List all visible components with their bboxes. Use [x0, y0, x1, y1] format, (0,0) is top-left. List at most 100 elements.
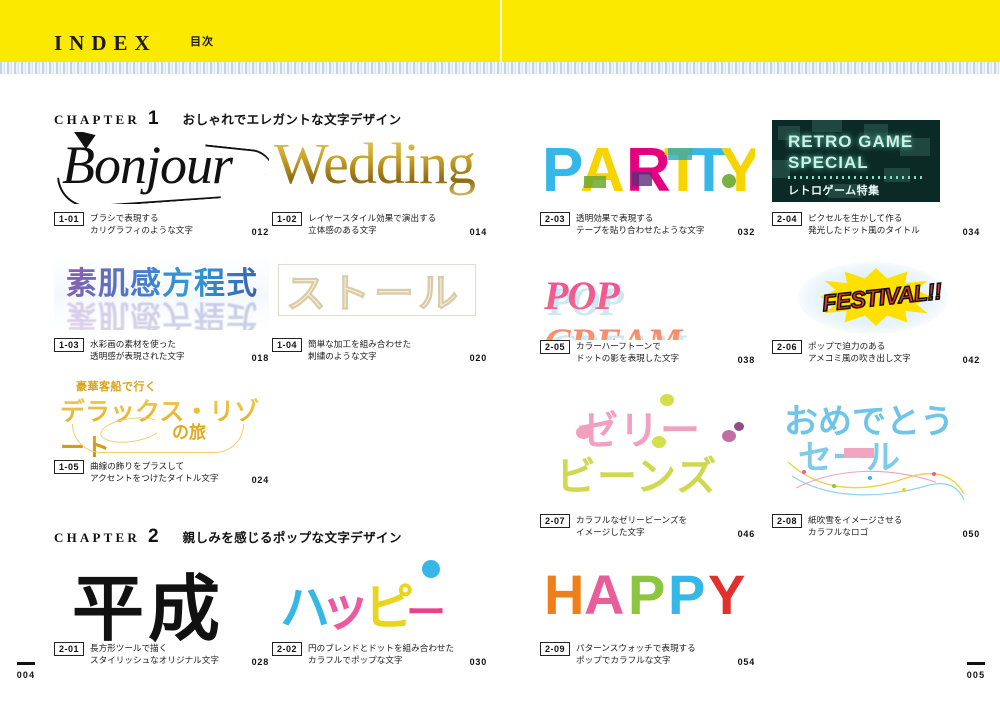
folio-number: 005 [956, 670, 996, 680]
header-gutter [500, 0, 502, 62]
caption-2-06: 2-06 ポップで迫力のあるアメコミ風の吹き出し文字 042 [772, 340, 980, 365]
artwork-omedeto-sale: おめでとう セール [772, 392, 987, 512]
page-number: 050 [963, 529, 980, 539]
entry-2-04[interactable]: RETRO GAME SPECIAL レトロゲーム特集 2-04 ピクセルを生か… [772, 120, 940, 202]
caption-text: 水彩画の素材を使った透明感が表現された文字 [90, 338, 185, 363]
pixel-block [812, 120, 842, 132]
caption-2-09: 2-09 パターンスウォッチで表現するポップでカラフルな文字 054 [540, 642, 755, 667]
page-number: 018 [252, 353, 269, 363]
tag-decor [844, 448, 874, 458]
artwork-char: H [544, 562, 584, 627]
artwork-text-line3: レトロゲーム特集 [788, 182, 880, 198]
caption-text: カラーハーフトーンでドットの影を表現した文字 [576, 340, 679, 365]
page-number: 042 [963, 355, 980, 365]
entry-badge: 1-03 [54, 338, 84, 352]
entry-2-08[interactable]: おめでとう セール 2-08 紙吹雪をイメージさせるカラフルなロゴ 050 [772, 392, 987, 512]
artwork-heisei: 平成 [54, 556, 269, 642]
artwork-char: Y [708, 562, 745, 627]
artwork-text-line1: RETRO GAME [788, 132, 913, 152]
caption-2-07: 2-07 カラフルなゼリービーンズをイメージした文字 046 [540, 514, 755, 539]
page-number: 034 [963, 227, 980, 237]
folio-rule [17, 662, 35, 665]
entry-badge: 2-07 [540, 514, 570, 528]
artwork-pop-cream: POP CREAM POP CREAM [540, 262, 755, 340]
bean-decor [722, 430, 736, 442]
page-number: 012 [252, 227, 269, 237]
entry-1-02[interactable]: Wedding 1-02 レイヤースタイル効果で演出する立体感のある文字 014 [272, 132, 487, 204]
tape-overlap [722, 174, 736, 188]
page-title-japanese: 目次 [190, 37, 214, 48]
confetti-dot [868, 476, 872, 480]
entry-badge: 2-01 [54, 642, 84, 656]
artwork-deluxe-resort: 豪華客船で行く デラックス・リゾート の旅 [54, 378, 269, 458]
entry-1-03[interactable]: 素肌感方程式 素肌感方程式 1-03 水彩画の素材を使った透明感が表現された文字… [54, 252, 269, 330]
dot-decor [422, 560, 440, 578]
artwork-jelly-beans: ゼリー ビーンズ [540, 392, 755, 512]
confetti-dot [932, 472, 936, 476]
caption-text: 円のブレンドとドットを組み合わせたカラフルでポップな文字 [308, 642, 454, 667]
entry-1-04[interactable]: ストール 1-04 簡単な加工を組み合わせた刺繍のような文字 020 [272, 252, 487, 330]
entry-2-03[interactable]: P A R T T Y 2-03 透明効果で表現するテープを貼り合わせたような文… [540, 132, 755, 212]
confetti-dot [902, 488, 906, 492]
page-number: 030 [470, 657, 487, 667]
tape-overlap [668, 148, 692, 160]
index-spread: INDEX 目次 CHAPTER 1 おしゃれでエレガントな文字デザイン Bon… [0, 0, 1000, 706]
entry-badge: 2-04 [772, 212, 802, 226]
caption-2-03: 2-03 透明効果で表現するテープを貼り合わせたような文字 032 [540, 212, 755, 237]
caption-2-08: 2-08 紙吹雪をイメージさせるカラフルなロゴ 050 [772, 514, 980, 539]
entry-2-07[interactable]: ゼリー ビーンズ 2-07 カラフルなゼリービーンズをイメージした文字 046 [540, 392, 755, 512]
artwork-char: ッ [320, 568, 370, 640]
dotted-rule [788, 176, 922, 179]
artwork-char: P [542, 140, 583, 202]
caption-text: カラフルなゼリービーンズをイメージした文字 [576, 514, 687, 539]
page-number: 046 [738, 529, 755, 539]
entry-badge: 2-09 [540, 642, 570, 656]
artwork-text-line2: SPECIAL [788, 153, 869, 173]
artwork-text: 平成 [72, 556, 224, 642]
artwork-text: Wedding [274, 132, 475, 197]
folio-right: 005 [956, 662, 996, 680]
caption-2-02: 2-02 円のブレンドとドットを組み合わせたカラフルでポップな文字 030 [272, 642, 487, 667]
entry-2-06[interactable]: FESTIVAL!! 2-06 ポップで迫力のあるアメコミ風の吹き出し文字 04… [772, 258, 987, 340]
caption-text: 曲線の飾りをプラスしてアクセントをつけたタイトル文字 [90, 460, 218, 485]
page-number: 028 [252, 657, 269, 667]
page-title: INDEX [54, 33, 157, 54]
entry-2-05[interactable]: POP CREAM POP CREAM 2-05 カラーハーフトーンでドットの影… [540, 262, 755, 340]
entry-badge: 2-03 [540, 212, 570, 226]
entry-1-01[interactable]: Bonjour 1-01 ブラシで表現するカリグラフィのような文字 012 [54, 132, 269, 204]
chapter-heading-2: CHAPTER 2 親しみを感じるポップな文字デザイン [54, 526, 402, 548]
artwork-char: P [628, 562, 665, 627]
caption-1-01: 1-01 ブラシで表現するカリグラフィのような文字 012 [54, 212, 269, 237]
artwork-wedding: Wedding [272, 132, 487, 204]
caption-text: 透明効果で表現するテープを貼り合わせたような文字 [576, 212, 704, 237]
bean-decor [734, 422, 744, 431]
entry-badge: 1-04 [272, 338, 302, 352]
page-number: 038 [738, 355, 755, 365]
pixel-block [884, 168, 910, 182]
caption-2-05: 2-05 カラーハーフトーンでドットの影を表現した文字 038 [540, 340, 755, 365]
artwork-happy-katakana: ハ ッ ピ ー [272, 556, 487, 642]
entry-2-02[interactable]: ハ ッ ピ ー 2-02 円のブレンドとドットを組み合わせたカラフルでポップな文… [272, 556, 487, 642]
caption-1-04: 1-04 簡単な加工を組み合わせた刺繍のような文字 020 [272, 338, 487, 363]
page-number: 024 [252, 475, 269, 485]
entry-badge: 1-05 [54, 460, 84, 474]
caption-text: パターンスウォッチで表現するポップでカラフルな文字 [576, 642, 696, 667]
stripe-divider [0, 62, 1000, 74]
caption-text: ブラシで表現するカリグラフィのような文字 [90, 212, 193, 237]
chapter-word: CHAPTER [54, 530, 140, 546]
artwork-suhada: 素肌感方程式 素肌感方程式 [54, 252, 269, 330]
artwork-char: A [584, 562, 624, 627]
caption-text: 紙吹雪をイメージさせるカラフルなロゴ [808, 514, 902, 539]
entry-2-01[interactable]: 平成 2-01 長方形ツールで描くスタイリッシュなオリジナル文字 028 [54, 556, 269, 642]
artwork-text-line2: ビーンズ [556, 444, 717, 502]
entry-2-09[interactable]: H A P P Y 2-09 パターンスウォッチで表現するポップでカラフルな文字… [540, 556, 755, 640]
chapter-number: 1 [148, 108, 159, 130]
artwork-stole: ストール [272, 252, 487, 330]
tape-overlap [632, 172, 652, 186]
caption-text: レイヤースタイル効果で演出する立体感のある文字 [308, 212, 436, 237]
entry-1-05[interactable]: 豪華客船で行く デラックス・リゾート の旅 1-05 曲線の飾りをプラスしてアク… [54, 378, 269, 458]
artwork-happy-pattern: H A P P Y [540, 556, 755, 640]
confetti-dot [832, 484, 836, 488]
caption-text: 長方形ツールで描くスタイリッシュなオリジナル文字 [90, 642, 219, 667]
page-number: 020 [470, 353, 487, 363]
